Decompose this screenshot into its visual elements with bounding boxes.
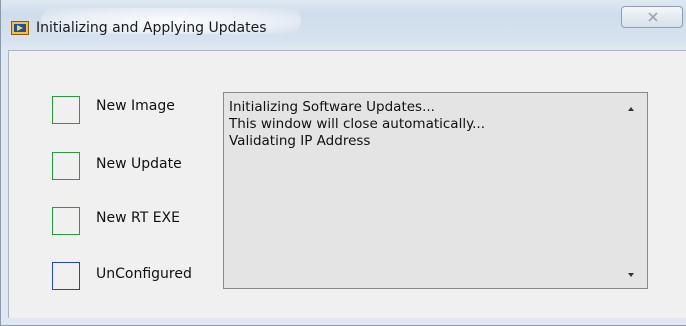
update-dialog-window: Initializing and Applying Updates New Im… <box>0 0 686 326</box>
new-image-label: New Image <box>96 98 175 114</box>
unconfigured-label: UnConfigured <box>96 266 192 282</box>
new-image-indicator <box>52 96 80 124</box>
unconfigured-indicator <box>52 262 80 290</box>
status-log-textbox[interactable]: Initializing Software Updates... This wi… <box>223 92 648 289</box>
window-title: Initializing and Applying Updates <box>36 20 267 36</box>
log-line: Validating IP Address <box>229 133 371 149</box>
app-icon <box>11 21 29 35</box>
title-bar[interactable]: Initializing and Applying Updates <box>1 0 686 50</box>
scroll-down-arrow-icon[interactable] <box>624 269 638 281</box>
new-update-indicator <box>52 152 80 180</box>
status-log-text: Initializing Software Updates... This wi… <box>229 99 619 150</box>
dialog-client-area: New Image New Update New RT EXE UnConfig… <box>8 50 686 318</box>
log-line: Initializing Software Updates... <box>229 99 435 115</box>
new-rt-exe-label: New RT EXE <box>96 210 180 226</box>
new-rt-exe-indicator <box>52 207 80 235</box>
log-line: This window will close automatically... <box>229 116 486 132</box>
scroll-up-arrow-icon[interactable] <box>624 103 638 115</box>
close-icon <box>648 12 658 22</box>
close-button[interactable] <box>621 6 683 28</box>
new-update-label: New Update <box>96 156 182 172</box>
